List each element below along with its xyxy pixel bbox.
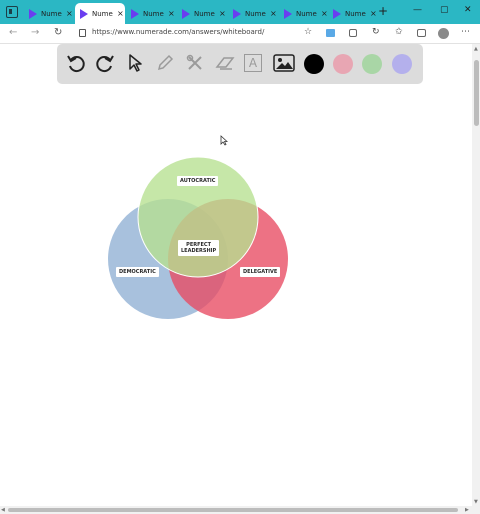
vertical-scrollbar-thumb[interactable] (474, 60, 479, 126)
forward-button[interactable]: → (31, 27, 39, 38)
numerade-favicon-icon (333, 8, 341, 19)
address-toolbar: ← → ↻ https://www.numerade.com/answers/w… (0, 24, 480, 44)
tab-close-icon[interactable]: × (117, 9, 124, 18)
scroll-down-arrow[interactable]: ▼ (474, 499, 478, 505)
maximize-button[interactable]: ▢ (440, 5, 449, 15)
delegative-label: DELEGATIVE (240, 267, 281, 277)
tab-close-icon[interactable]: × (168, 9, 175, 18)
scroll-right-arrow[interactable]: ▶ (465, 507, 469, 513)
new-tab-button[interactable]: + (378, 4, 388, 18)
autocratic-label: AUTOCRATIC (177, 176, 219, 186)
autocratic-circle (137, 156, 259, 278)
democratic-label: DEMOCRATIC (116, 267, 159, 277)
eraser-icon[interactable] (214, 52, 236, 74)
tab-collections-icon[interactable] (417, 29, 426, 37)
browser-tab-4[interactable]: Nume × (177, 3, 227, 24)
browser-tab-1[interactable]: Nume × (24, 3, 74, 24)
browser-tab-6[interactable]: Nume × (279, 3, 329, 24)
numerade-favicon-icon (182, 8, 190, 19)
tab-label: Nume (41, 9, 62, 18)
favorite-star-icon[interactable]: ☆ (304, 27, 312, 37)
browser-tab-bar: Nume × Nume × Nume × Nume × Nume × Nume … (0, 0, 480, 24)
tab-close-icon[interactable]: × (370, 9, 377, 18)
pointer-icon[interactable] (124, 52, 146, 74)
tab-label: Nume (194, 9, 215, 18)
tab-close-icon[interactable]: × (270, 9, 277, 18)
scroll-up-arrow[interactable]: ▲ (474, 46, 478, 52)
numerade-favicon-icon (284, 8, 292, 19)
tab-close-icon[interactable]: × (219, 9, 226, 18)
back-button[interactable]: ← (9, 27, 17, 38)
redo-icon[interactable] (94, 52, 116, 74)
tools-icon[interactable] (184, 52, 206, 74)
tab-label: Nume (92, 9, 113, 18)
collections-icon[interactable] (349, 29, 357, 37)
tab-close-icon[interactable]: × (321, 9, 328, 18)
horizontal-scrollbar-thumb[interactable] (8, 508, 458, 512)
leadership-venn-diagram: AUTOCRATIC PERFECT LEADERSHIP DEMOCRATIC… (108, 156, 288, 322)
numerade-favicon-icon (131, 8, 139, 19)
numerade-favicon-icon (233, 8, 241, 19)
favorites-icon[interactable]: ✩ (395, 27, 403, 37)
whiteboard-tool-palette: A (57, 44, 423, 84)
image-icon[interactable] (273, 52, 295, 74)
extension-icon[interactable] (326, 29, 335, 37)
minimize-button[interactable]: — (413, 5, 422, 15)
center-label-line2: LEADERSHIP (181, 248, 217, 254)
scroll-left-arrow[interactable]: ◀ (1, 507, 5, 513)
browser-tab-5[interactable]: Nume × (228, 3, 278, 24)
refresh-button[interactable]: ↻ (54, 27, 62, 38)
tab-close-icon[interactable]: × (66, 9, 73, 18)
address-bar-url[interactable]: https://www.numerade.com/answers/whitebo… (92, 28, 264, 36)
browser-tab-7[interactable]: Nume × (328, 3, 378, 24)
numerade-favicon-icon (80, 8, 88, 19)
settings-more-icon[interactable]: ⋯ (461, 27, 470, 37)
tab-label: Nume (143, 9, 164, 18)
tab-label: Nume (296, 9, 317, 18)
numerade-favicon-icon (29, 8, 37, 19)
browser-tab-3[interactable]: Nume × (126, 3, 176, 24)
mouse-cursor-icon (220, 135, 228, 146)
color-swatch-pink[interactable] (333, 54, 353, 74)
color-swatch-lavender[interactable] (392, 54, 412, 74)
tab-label: Nume (245, 9, 266, 18)
close-window-button[interactable]: ✕ (464, 5, 472, 15)
color-swatch-green[interactable] (362, 54, 382, 74)
center-label-line1: PERFECT (186, 241, 212, 248)
profile-avatar[interactable] (438, 28, 449, 39)
pen-icon[interactable] (154, 52, 176, 74)
lock-icon[interactable] (79, 29, 86, 37)
browser-refresh-extension-icon[interactable]: ↻ (372, 27, 380, 37)
perfect-leadership-label: PERFECT LEADERSHIP (178, 240, 220, 256)
color-swatch-black[interactable] (304, 54, 324, 74)
tab-actions-icon[interactable] (6, 6, 18, 18)
browser-tab-2-active[interactable]: Nume × (75, 3, 125, 24)
tab-label: Nume (345, 9, 366, 18)
undo-icon[interactable] (65, 52, 87, 74)
text-icon[interactable]: A (244, 54, 262, 72)
